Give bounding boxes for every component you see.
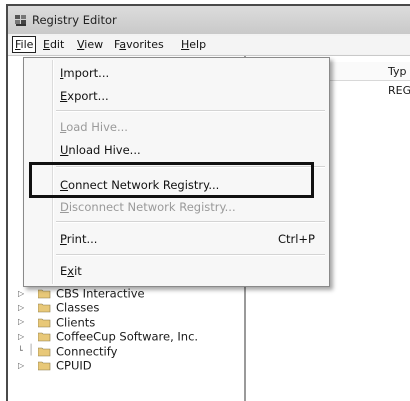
menu-item-load-hive: Load Hive... <box>60 118 319 136</box>
menu-bar: File Edit View Favorites Help <box>8 36 410 54</box>
title-bar[interactable]: Registry Editor <box>8 6 410 34</box>
expand-arrow-icon[interactable]: ▷ <box>18 358 28 374</box>
menu-item-print[interactable]: Print... Ctrl+P <box>60 230 319 248</box>
tree-item-label: CBS Interactive <box>56 286 145 301</box>
value-row-type[interactable]: REG <box>388 84 410 97</box>
menu-separator <box>56 221 325 223</box>
load-hive-label: oad Hive... <box>66 120 128 134</box>
tree-item-label: Classes <box>56 300 100 315</box>
tree-item-label: Connectify <box>56 344 118 359</box>
menu-view-text: iew <box>84 38 104 51</box>
folder-icon <box>38 318 51 328</box>
menu-edit-text: dit <box>49 38 65 51</box>
menu-favorites-text: vorites <box>126 38 164 51</box>
disconnect-accel: D <box>60 200 69 214</box>
disconnect-label: isconnect Network Registry... <box>68 200 236 214</box>
folder-icon <box>38 347 51 356</box>
type-column-header[interactable]: Typ <box>388 65 407 78</box>
folder-icon <box>38 332 51 342</box>
menu-item-disconnect-network-registry: Disconnect Network Registry... <box>60 198 319 216</box>
menu-view[interactable]: View <box>75 37 105 52</box>
menu-help[interactable]: Help <box>179 37 208 52</box>
connect-highlight-box <box>29 162 314 198</box>
unload-hive-label: nload Hive... <box>68 143 141 157</box>
menu-separator <box>56 110 325 112</box>
menu-edit[interactable]: Edit <box>41 37 66 52</box>
menu-separator <box>56 254 325 256</box>
menu-item-exit[interactable]: Exit <box>60 262 319 280</box>
folder-icon <box>38 289 51 299</box>
folder-icon <box>38 304 51 313</box>
folder-icon <box>38 361 51 371</box>
menu-item-import[interactable]: Import... <box>60 64 319 82</box>
print-shortcut: Ctrl+P <box>277 232 315 246</box>
tree-item-label: CoffeeCup Software, Inc. <box>56 329 199 344</box>
print-accel: P <box>60 232 67 246</box>
tree-item[interactable]: ▷ CPUID <box>18 357 92 373</box>
menu-file[interactable]: File <box>12 36 37 53</box>
menu-item-export[interactable]: Export... <box>60 87 319 105</box>
exit-label: it <box>74 264 82 278</box>
registry-editor-icon <box>15 15 26 26</box>
menu-edit-accel: E <box>43 38 50 51</box>
window-title: Registry Editor <box>32 13 117 27</box>
print-label: rint... <box>66 232 98 246</box>
menu-favorites[interactable]: Favorites <box>112 37 166 52</box>
tree-item-label: Clients <box>56 315 96 330</box>
menu-file-text: ile <box>20 38 34 51</box>
export-label: xport... <box>67 89 109 103</box>
menu-item-unload-hive[interactable]: Unload Hive... <box>60 141 319 159</box>
tree-item-label: CPUID <box>56 358 92 373</box>
menu-help-text: elp <box>189 38 207 51</box>
import-label: mport... <box>63 66 110 80</box>
registry-editor-window: Registry Editor File Edit View Favorites… <box>6 4 410 401</box>
